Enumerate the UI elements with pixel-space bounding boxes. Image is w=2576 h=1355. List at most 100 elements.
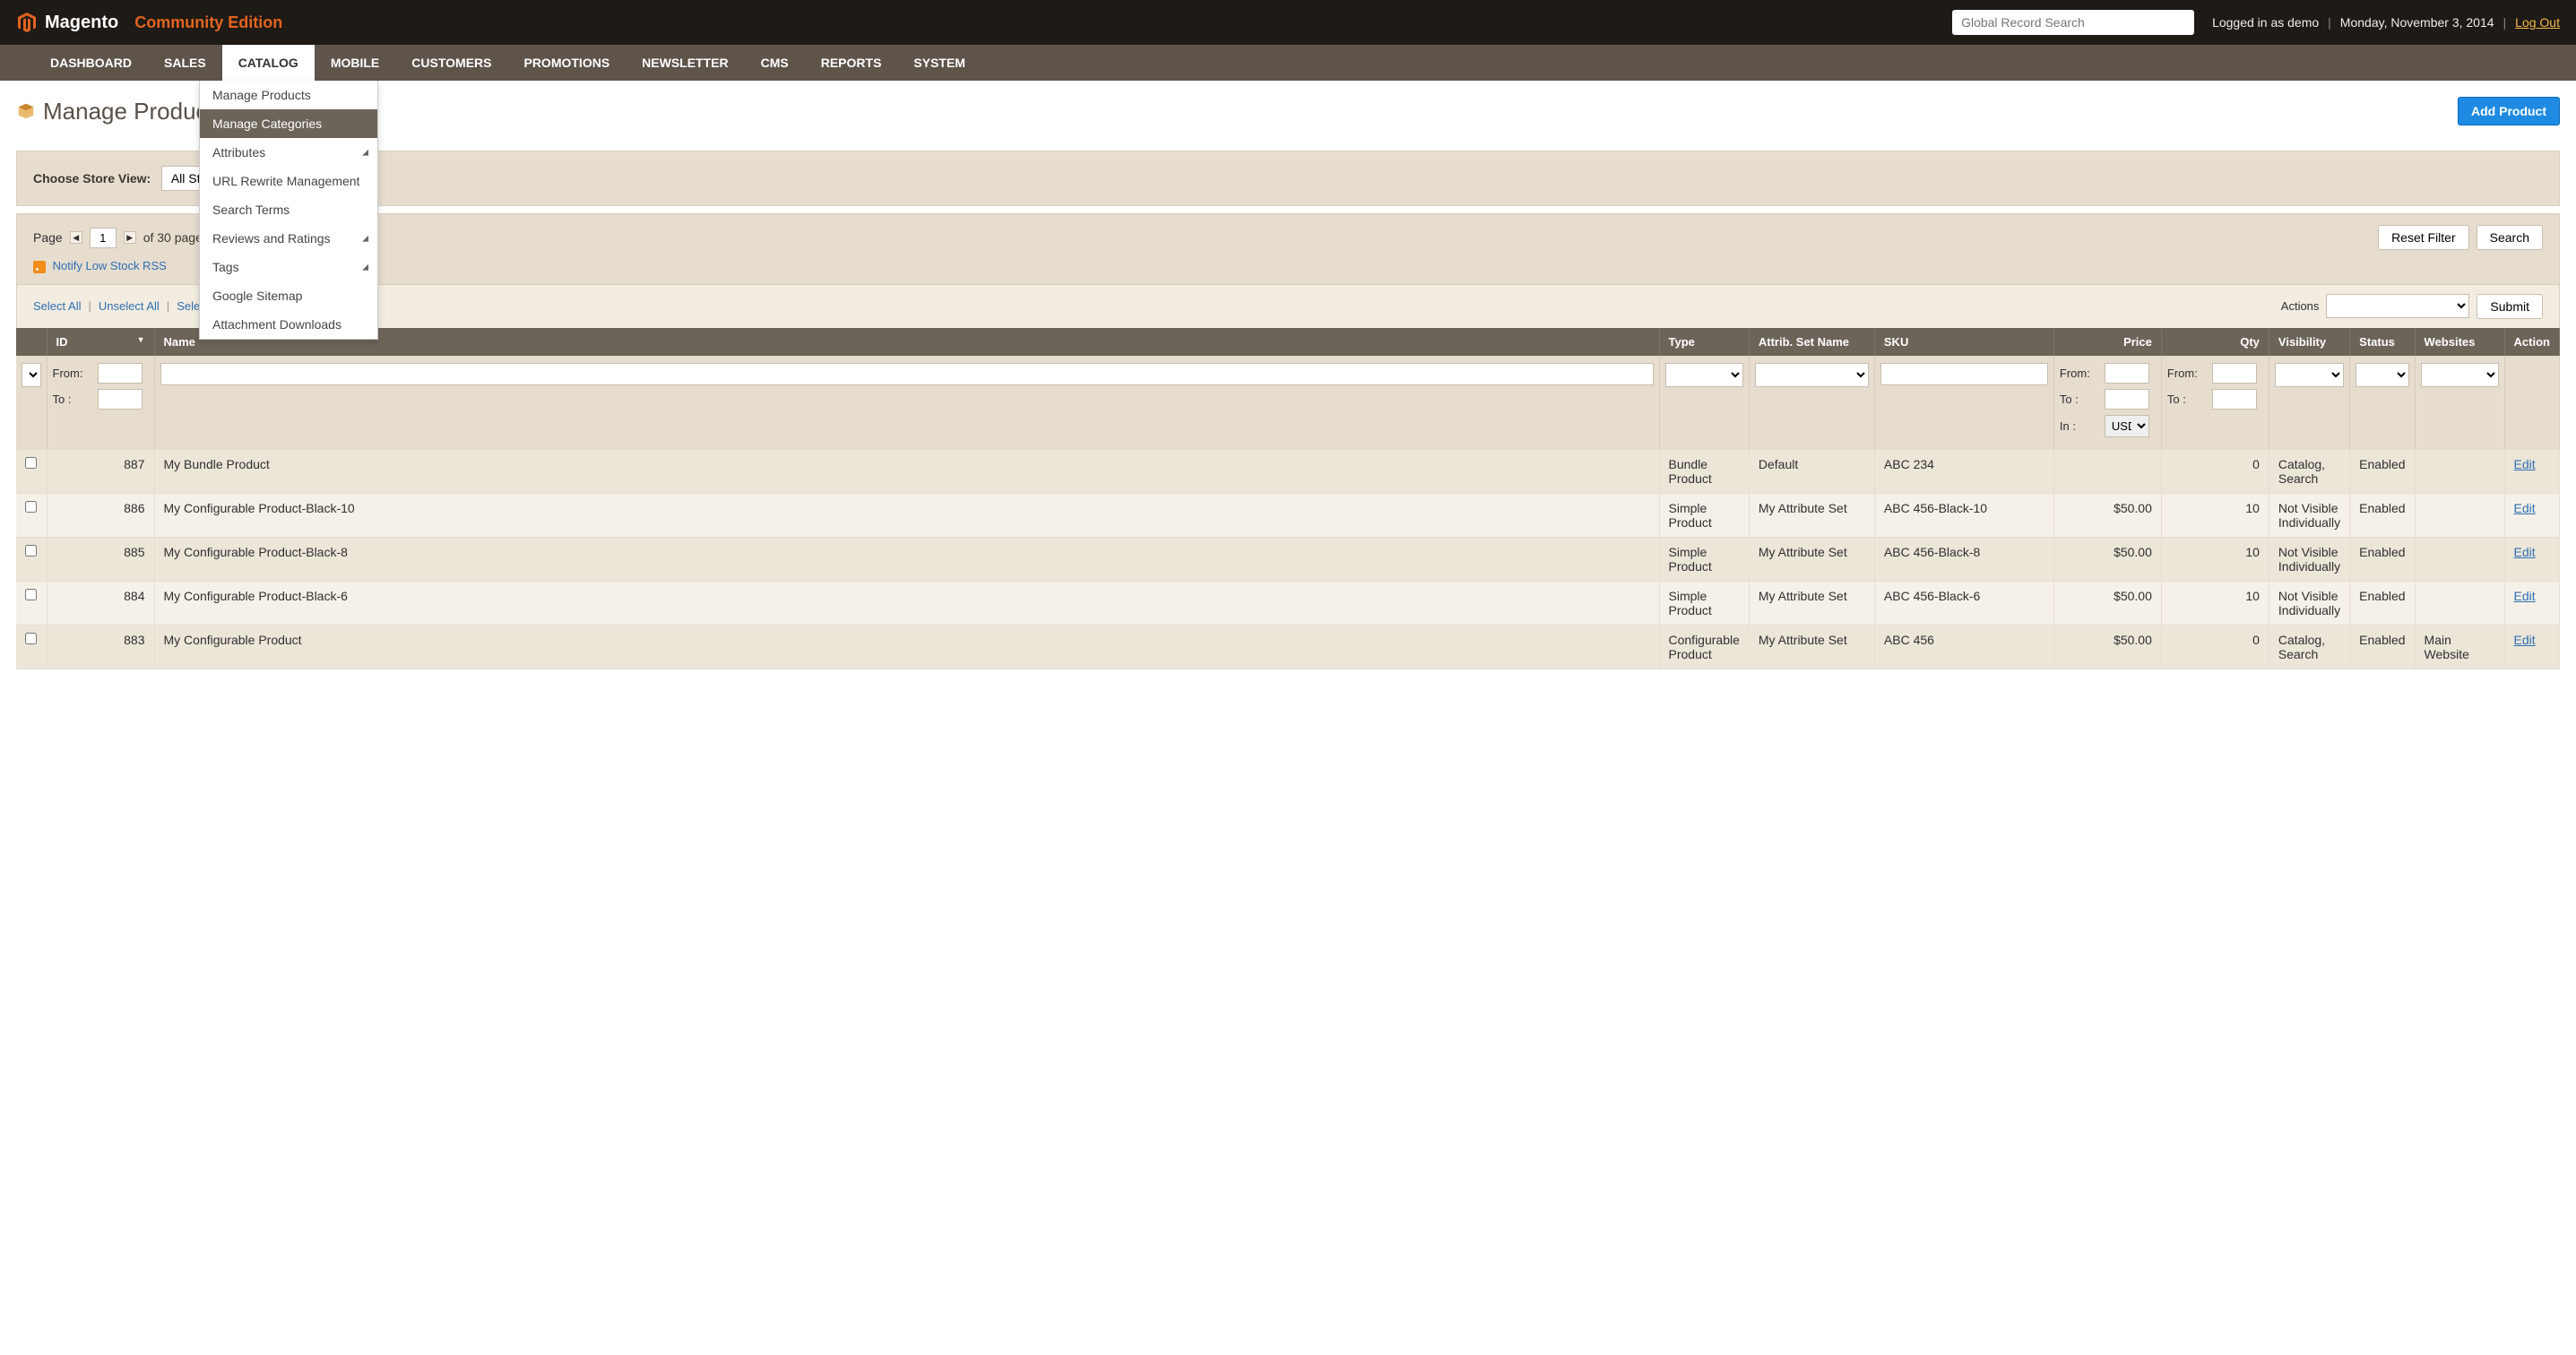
col-websites[interactable]: Websites bbox=[2415, 328, 2504, 356]
filter-sku[interactable] bbox=[1880, 363, 2048, 385]
filter-price-to[interactable] bbox=[2105, 389, 2149, 410]
menu-item-reviews-and-ratings[interactable]: Reviews and Ratings◢ bbox=[200, 224, 377, 253]
filter-id-from[interactable] bbox=[98, 363, 143, 384]
col-status[interactable]: Status bbox=[2350, 328, 2415, 356]
filter-currency[interactable]: USD bbox=[2105, 415, 2149, 437]
table-row[interactable]: 883My Configurable ProductConfigurable P… bbox=[16, 625, 2560, 669]
edit-link[interactable]: Edit bbox=[2514, 633, 2536, 647]
cell-price: $50.00 bbox=[2053, 537, 2161, 581]
menu-item-attributes[interactable]: Attributes◢ bbox=[200, 138, 377, 167]
cell-websites: Main Website bbox=[2415, 625, 2504, 669]
cell-name: My Configurable Product-Black-10 bbox=[154, 493, 1659, 537]
nav-item-catalog[interactable]: CATALOG bbox=[222, 45, 315, 81]
filter-status[interactable] bbox=[2356, 363, 2408, 387]
actions-select[interactable] bbox=[2326, 294, 2469, 318]
grid-header-row: ID▼ Name Type Attrib. Set Name SKU Price… bbox=[16, 328, 2560, 356]
page-next-button[interactable]: ▶ bbox=[124, 231, 136, 244]
filter-name[interactable] bbox=[160, 363, 1654, 385]
col-name[interactable]: Name bbox=[154, 328, 1659, 356]
row-checkbox[interactable] bbox=[25, 545, 37, 557]
table-row[interactable]: 887My Bundle ProductBundle ProductDefaul… bbox=[16, 450, 2560, 494]
cell-type: Simple Product bbox=[1659, 493, 1749, 537]
filter-price-from[interactable] bbox=[2105, 363, 2149, 384]
filter-row: Any From: To : From: To : In :USD From: … bbox=[16, 356, 2560, 450]
nav-item-reports[interactable]: REPORTS bbox=[805, 45, 898, 81]
actions-label: Actions bbox=[2281, 299, 2320, 313]
nav-item-cms[interactable]: CMS bbox=[745, 45, 805, 81]
row-checkbox[interactable] bbox=[25, 633, 37, 644]
nav-item-sales[interactable]: SALES bbox=[148, 45, 222, 81]
menu-item-manage-products[interactable]: Manage Products bbox=[200, 81, 377, 109]
col-id[interactable]: ID▼ bbox=[47, 328, 154, 356]
unselect-all-link[interactable]: Unselect All bbox=[99, 299, 160, 313]
edit-link[interactable]: Edit bbox=[2514, 501, 2536, 515]
page-prev-button[interactable]: ◀ bbox=[70, 231, 82, 244]
filter-attrib[interactable] bbox=[1755, 363, 1869, 387]
menu-item-attachment-downloads[interactable]: Attachment Downloads bbox=[200, 310, 377, 339]
select-all-link[interactable]: Select All bbox=[33, 299, 81, 313]
filter-id-to[interactable] bbox=[98, 389, 143, 410]
col-attrib[interactable]: Attrib. Set Name bbox=[1749, 328, 1874, 356]
row-checkbox[interactable] bbox=[25, 589, 37, 600]
page-title: Manage Products bbox=[43, 98, 2458, 125]
menu-item-tags[interactable]: Tags◢ bbox=[200, 253, 377, 281]
submit-button[interactable]: Submit bbox=[2477, 294, 2543, 319]
cell-sku: ABC 456 bbox=[1874, 625, 2053, 669]
nav-item-promotions[interactable]: PROMOTIONS bbox=[507, 45, 626, 81]
search-button[interactable]: Search bbox=[2477, 225, 2543, 250]
menu-item-google-sitemap[interactable]: Google Sitemap bbox=[200, 281, 377, 310]
cell-type: Simple Product bbox=[1659, 581, 1749, 625]
sort-desc-icon: ▼ bbox=[137, 335, 145, 344]
add-product-button[interactable]: Add Product bbox=[2458, 97, 2560, 125]
nav-item-system[interactable]: SYSTEM bbox=[897, 45, 981, 81]
col-qty[interactable]: Qty bbox=[2161, 328, 2269, 356]
cell-sku: ABC 456-Black-8 bbox=[1874, 537, 2053, 581]
edit-link[interactable]: Edit bbox=[2514, 457, 2536, 471]
cell-name: My Configurable Product bbox=[154, 625, 1659, 669]
menu-item-search-terms[interactable]: Search Terms bbox=[200, 195, 377, 224]
page-input[interactable] bbox=[90, 228, 117, 248]
col-price[interactable]: Price bbox=[2053, 328, 2161, 356]
table-row[interactable]: 885My Configurable Product-Black-8Simple… bbox=[16, 537, 2560, 581]
col-visibility[interactable]: Visibility bbox=[2269, 328, 2349, 356]
cell-visibility: Not Visible Individually bbox=[2269, 537, 2349, 581]
table-row[interactable]: 886My Configurable Product-Black-10Simpl… bbox=[16, 493, 2560, 537]
cell-status: Enabled bbox=[2350, 625, 2415, 669]
nav-item-dashboard[interactable]: DASHBOARD bbox=[34, 45, 148, 81]
filter-qty-from[interactable] bbox=[2212, 363, 2257, 384]
nav-item-mobile[interactable]: MOBILE bbox=[315, 45, 395, 81]
row-checkbox[interactable] bbox=[25, 501, 37, 513]
cell-visibility: Catalog, Search bbox=[2269, 450, 2349, 494]
edit-link[interactable]: Edit bbox=[2514, 545, 2536, 559]
logout-link[interactable]: Log Out bbox=[2515, 15, 2560, 30]
menu-item-url-rewrite-management[interactable]: URL Rewrite Management bbox=[200, 167, 377, 195]
filter-any-select[interactable]: Any bbox=[22, 363, 41, 387]
cell-id: 885 bbox=[47, 537, 154, 581]
reset-filter-button[interactable]: Reset Filter bbox=[2378, 225, 2469, 250]
select-visible-link[interactable]: Sele bbox=[177, 299, 200, 313]
global-search[interactable] bbox=[1952, 10, 2194, 35]
edit-link[interactable]: Edit bbox=[2514, 589, 2536, 603]
filter-type[interactable] bbox=[1665, 363, 1743, 387]
nav-item-customers[interactable]: CUSTOMERS bbox=[395, 45, 507, 81]
global-search-input[interactable] bbox=[1961, 15, 2185, 30]
nav-item-newsletter[interactable]: NEWSLETTER bbox=[626, 45, 744, 81]
cell-attrib: My Attribute Set bbox=[1749, 581, 1874, 625]
cell-type: Configurable Product bbox=[1659, 625, 1749, 669]
cell-id: 884 bbox=[47, 581, 154, 625]
submenu-arrow-icon: ◢ bbox=[362, 263, 368, 272]
filter-visibility[interactable] bbox=[2275, 363, 2344, 387]
menu-item-manage-categories[interactable]: Manage Categories bbox=[200, 109, 377, 138]
col-sku[interactable]: SKU bbox=[1874, 328, 2053, 356]
filter-websites[interactable] bbox=[2421, 363, 2499, 387]
page-label: Page bbox=[33, 230, 63, 245]
cell-visibility: Catalog, Search bbox=[2269, 625, 2349, 669]
filter-qty-to[interactable] bbox=[2212, 389, 2257, 410]
cell-visibility: Not Visible Individually bbox=[2269, 493, 2349, 537]
cell-websites bbox=[2415, 581, 2504, 625]
cell-attrib: My Attribute Set bbox=[1749, 493, 1874, 537]
rss-link[interactable]: Notify Low Stock RSS bbox=[53, 259, 167, 272]
row-checkbox[interactable] bbox=[25, 457, 37, 469]
table-row[interactable]: 884My Configurable Product-Black-6Simple… bbox=[16, 581, 2560, 625]
col-type[interactable]: Type bbox=[1659, 328, 1749, 356]
